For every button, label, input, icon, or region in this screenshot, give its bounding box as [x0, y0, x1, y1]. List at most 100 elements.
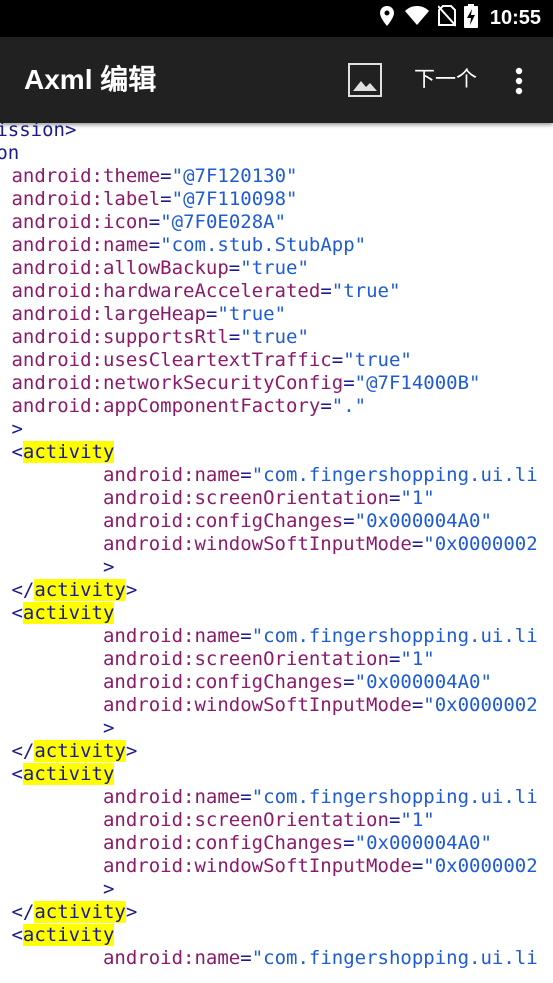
image-button[interactable]	[346, 61, 384, 99]
attribute-name: android:screenOrientation	[102, 487, 389, 509]
attribute-value: "0x000004A0"	[354, 671, 492, 693]
attribute-value: "@7F14000B"	[354, 372, 481, 394]
status-time: 10:55	[489, 7, 541, 29]
search-highlight: activity	[22, 763, 115, 785]
equals-sign: =	[331, 349, 344, 371]
attribute-name: android:windowSoftInputMode	[102, 694, 412, 716]
tag-bracket: >	[102, 556, 115, 578]
attribute-value: "true"	[331, 280, 401, 302]
attribute-value: "com.fingershopping.ui.li	[251, 786, 538, 808]
attribute-value: "."	[331, 395, 367, 417]
equals-sign: =	[411, 533, 424, 555]
status-icons: 10:55	[378, 0, 541, 37]
attribute-value: "0x000004A0"	[354, 510, 492, 532]
attribute-name: android:hardwareAccelerated	[11, 280, 321, 302]
search-highlight: activity	[34, 579, 126, 601]
equals-sign: =	[411, 694, 424, 716]
code-line: android:largeHeap="true"	[0, 303, 538, 326]
tag-bracket: >	[125, 740, 138, 762]
attribute-name: android:name	[102, 947, 241, 969]
attribute-name: android:largeHeap	[11, 303, 206, 325]
equals-sign: =	[160, 188, 172, 210]
equals-sign: =	[388, 487, 401, 509]
tag-bracket: >	[102, 878, 115, 900]
equals-sign: =	[343, 832, 355, 854]
location-icon	[378, 5, 396, 32]
next-button[interactable]: 下一个	[414, 37, 477, 123]
attribute-name: android:name	[102, 625, 241, 647]
code-line: android:windowSoftInputMode="0x0000002	[0, 855, 538, 878]
attribute-name: android:configChanges	[102, 832, 344, 854]
attribute-value: "com.fingershopping.ui.li	[251, 625, 538, 647]
attribute-value: "@7F120130"	[171, 165, 298, 187]
code-line: android:windowSoftInputMode="0x0000002	[0, 694, 538, 717]
attribute-name: android:label	[11, 188, 161, 210]
code-line: >	[0, 556, 538, 579]
attribute-name: android:networkSecurityConfig	[11, 372, 344, 394]
search-highlight: activity	[34, 740, 126, 762]
attribute-value: "true"	[240, 257, 309, 279]
tag-bracket: >	[125, 901, 138, 923]
code-line: >	[0, 878, 538, 901]
equals-sign: =	[388, 809, 401, 831]
code-line: android:networkSecurityConfig="@7F14000B…	[0, 372, 538, 395]
code-line: >	[0, 717, 538, 740]
code-line: >	[0, 418, 538, 441]
code-line: android:screenOrientation="1"	[0, 648, 538, 671]
code-line: android:appComponentFactory="."	[0, 395, 538, 418]
attribute-name: android:screenOrientation	[102, 809, 389, 831]
attribute-name: android:icon	[11, 211, 149, 233]
code-line: android:name="com.fingershopping.ui.li	[0, 786, 538, 809]
image-icon	[348, 63, 382, 97]
tag-bracket: <	[11, 602, 23, 624]
equals-sign: =	[343, 372, 355, 394]
attribute-name: android:supportsRtl	[11, 326, 229, 348]
tag-bracket: </	[11, 740, 35, 762]
code-line: android:windowSoftInputMode="0x0000002	[0, 533, 538, 556]
attribute-name: android:configChanges	[102, 510, 344, 532]
search-highlight: activity	[22, 602, 115, 624]
code-line: android:name="com.stub.StubApp"	[0, 234, 538, 257]
equals-sign: =	[205, 303, 218, 325]
code-text: ation	[0, 142, 20, 164]
attribute-name: android:usesCleartextTraffic	[11, 349, 332, 371]
attribute-value: "0x0000002	[423, 694, 538, 716]
more-vert-icon	[515, 67, 523, 95]
attribute-name: android:name	[102, 464, 241, 486]
code-line: android:icon="@7F0E028A"	[0, 211, 538, 234]
attribute-name: android:configChanges	[102, 671, 344, 693]
more-options-button[interactable]	[505, 63, 533, 99]
attribute-value: "1"	[400, 809, 435, 831]
attribute-name: android:screenOrientation	[102, 648, 389, 670]
code-line: android:configChanges="0x000004A0"	[0, 671, 538, 694]
code-line: android:theme="@7F120130"	[0, 165, 538, 188]
wifi-icon	[404, 5, 430, 32]
code-line: android:name="com.fingershopping.ui.li	[0, 625, 538, 648]
equals-sign: =	[240, 625, 252, 647]
xml-editor[interactable]: ermission>ation android:theme="@7F120130…	[0, 123, 553, 983]
attribute-value: "com.fingershopping.ui.li	[251, 947, 538, 969]
equals-sign: =	[240, 464, 252, 486]
tag-bracket: >	[11, 418, 23, 440]
app-bar: Axml 编辑 下一个	[0, 37, 553, 123]
attribute-value: "1"	[400, 487, 435, 509]
equals-sign: =	[148, 211, 161, 233]
code-line: android:name="com.fingershopping.ui.li	[0, 947, 538, 970]
attribute-name: android:windowSoftInputMode	[102, 855, 412, 877]
tag-bracket: </	[11, 579, 35, 601]
tag-bracket: <	[11, 441, 23, 463]
attribute-value: "0x0000002	[423, 533, 538, 555]
code-line: </activity>	[0, 901, 538, 924]
tag-bracket: <	[11, 924, 23, 946]
code-line: android:usesCleartextTraffic="true"	[0, 349, 538, 372]
attribute-value: "true"	[240, 326, 309, 348]
equals-sign: =	[228, 257, 241, 279]
attribute-value: "1"	[400, 648, 435, 670]
code-line: android:label="@7F110098"	[0, 188, 538, 211]
attribute-value: "com.stub.StubApp"	[160, 234, 367, 256]
search-highlight: activity	[22, 441, 115, 463]
tag-bracket: >	[125, 579, 138, 601]
code-line: android:supportsRtl="true"	[0, 326, 538, 349]
code-line: <activity	[0, 441, 538, 464]
code-line: android:hardwareAccelerated="true"	[0, 280, 538, 303]
